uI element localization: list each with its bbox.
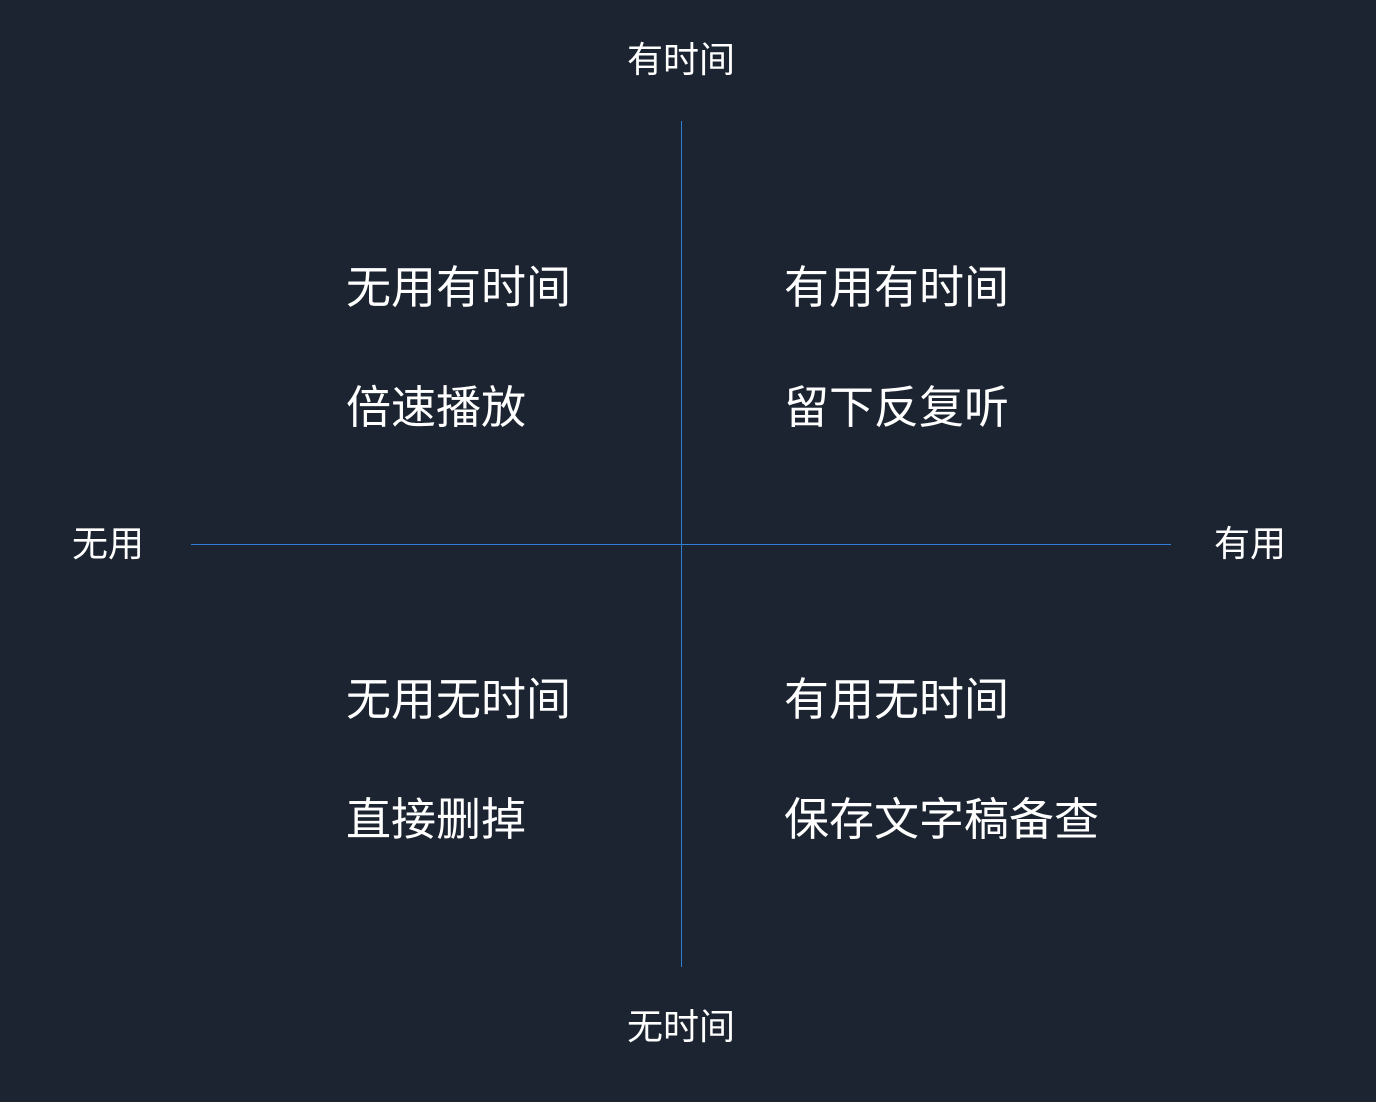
quadrant-action: 保存文字稿备查 — [784, 793, 1100, 846]
axis-label-top: 有时间 — [626, 40, 735, 81]
quadrant-action: 留下反复听 — [784, 381, 1010, 434]
axis-label-right: 有用 — [1214, 524, 1287, 565]
axis-label-bottom: 无时间 — [626, 1007, 735, 1048]
quadrant-title: 无用无时间 — [346, 673, 572, 726]
quadrant-action: 倍速播放 — [346, 381, 527, 434]
quadrant-title: 无用有时间 — [346, 261, 572, 314]
quadrant-title: 有用无时间 — [784, 673, 1010, 726]
quadrant-title: 有用有时间 — [784, 261, 1010, 314]
horizontal-axis-line — [191, 544, 1171, 545]
quadrant-action: 直接删掉 — [346, 793, 527, 846]
quadrant-diagram: 有时间 无时间 无用 有用 无用有时间 倍速播放 有用有时间 留下反复听 无用无… — [0, 0, 1376, 1102]
axis-label-left: 无用 — [72, 524, 145, 565]
